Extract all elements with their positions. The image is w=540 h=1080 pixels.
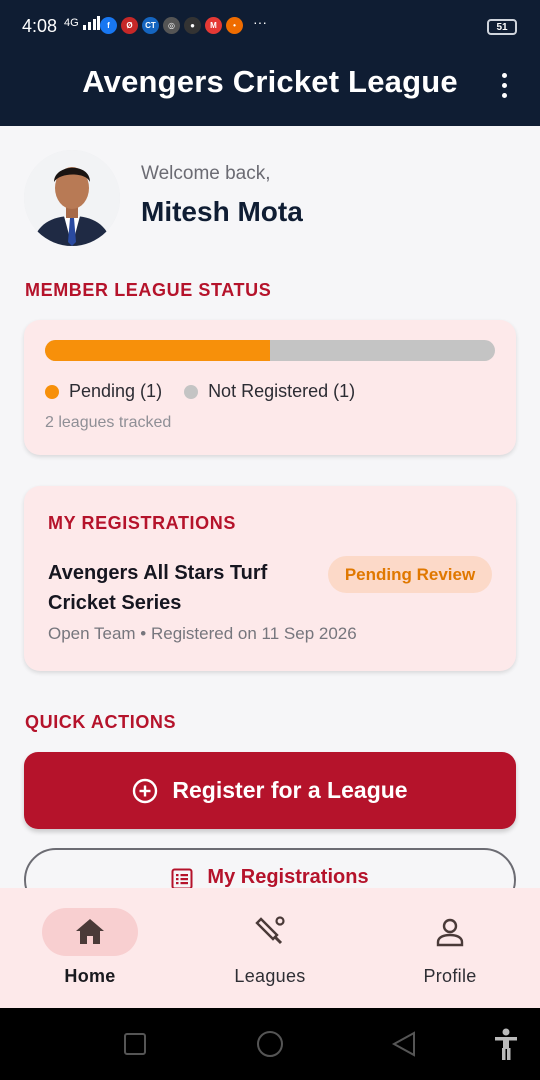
list-alt-icon xyxy=(171,868,193,890)
app-bar: Avengers Cricket League xyxy=(0,56,540,126)
home-system-icon[interactable] xyxy=(257,1031,283,1057)
leagues-tracked: 2 leagues tracked xyxy=(45,414,172,431)
nav-item-home[interactable]: Home xyxy=(0,908,180,987)
nav-label: Leagues xyxy=(234,966,306,986)
status-badge: Pending Review xyxy=(328,556,492,593)
registration-meta: Open Team • Registered on 11 Sep 2026 xyxy=(48,624,357,643)
register-league-label: Register for a League xyxy=(172,777,408,803)
pending-progress-fill xyxy=(45,340,270,361)
legend-item-pending: Pending (1) xyxy=(45,381,162,402)
more-vert-icon[interactable] xyxy=(494,70,514,100)
league-status-card: Pending (1) Not Registered (1) 2 leagues… xyxy=(24,320,516,455)
status-legend: Pending (1) Not Registered (1) xyxy=(45,381,377,402)
my-registrations-label: My Registrations xyxy=(207,866,369,888)
legend-label: Pending (1) xyxy=(69,381,163,401)
pending-dot-icon xyxy=(45,384,59,399)
registrations-card[interactable]: MY REGISTRATIONS Avengers All Stars Turf… xyxy=(24,486,516,671)
app-title: Avengers Cricket League xyxy=(82,64,458,99)
recents-icon[interactable] xyxy=(124,1033,146,1055)
not-registered-dot-icon xyxy=(184,384,199,399)
legend-item-not-registered: Not Registered (1) xyxy=(184,381,355,402)
legend-label: Not Registered (1) xyxy=(208,381,356,401)
notification-icons: f Ø CT ◎ ● M • xyxy=(100,17,243,34)
app-icon-7: • xyxy=(226,17,243,34)
network-type: 4G xyxy=(64,16,79,29)
nav-item-leagues[interactable]: Leagues xyxy=(180,908,360,987)
person-icon xyxy=(402,908,498,956)
more-notifications-icon: ··· xyxy=(253,14,267,30)
app-icon-5: ● xyxy=(184,17,201,34)
bottom-nav: Home Leagues Profile xyxy=(0,888,540,1008)
league-name[interactable]: Avengers All Stars Turf Cricket Series xyxy=(48,558,318,618)
accessibility-icon[interactable] xyxy=(495,1028,517,1061)
cricket-bat-icon xyxy=(222,908,318,956)
app-icon-4: ◎ xyxy=(163,17,180,34)
status-section-title: MEMBER LEAGUE STATUS xyxy=(25,280,272,300)
ct-icon: CT xyxy=(142,17,159,34)
add-circle-icon xyxy=(133,778,158,803)
facebook-icon: f xyxy=(100,17,117,34)
register-league-button[interactable]: Register for a League xyxy=(24,752,516,829)
status-progress-bar xyxy=(45,340,495,361)
app-icon-2: Ø xyxy=(121,17,138,34)
welcome-text: Welcome back, xyxy=(141,163,271,184)
home-icon xyxy=(42,908,138,956)
user-name: Mitesh Mota xyxy=(141,196,303,227)
signal-icon: 4G xyxy=(64,16,100,30)
status-bar: 4:08 4G f Ø CT ◎ ● M • ··· 51 xyxy=(0,0,540,56)
nav-label: Profile xyxy=(423,966,477,986)
battery-icon: 51 xyxy=(487,19,517,35)
avatar xyxy=(24,150,120,246)
status-time: 4:08 xyxy=(22,16,58,36)
quick-actions-title: QUICK ACTIONS xyxy=(25,712,177,732)
app-icon-6: M xyxy=(205,17,222,34)
nav-label: Home xyxy=(64,966,116,986)
system-nav-bar xyxy=(0,1008,540,1080)
registrations-title: MY REGISTRATIONS xyxy=(48,513,236,533)
back-icon[interactable] xyxy=(391,1031,415,1057)
nav-item-profile[interactable]: Profile xyxy=(360,908,540,987)
